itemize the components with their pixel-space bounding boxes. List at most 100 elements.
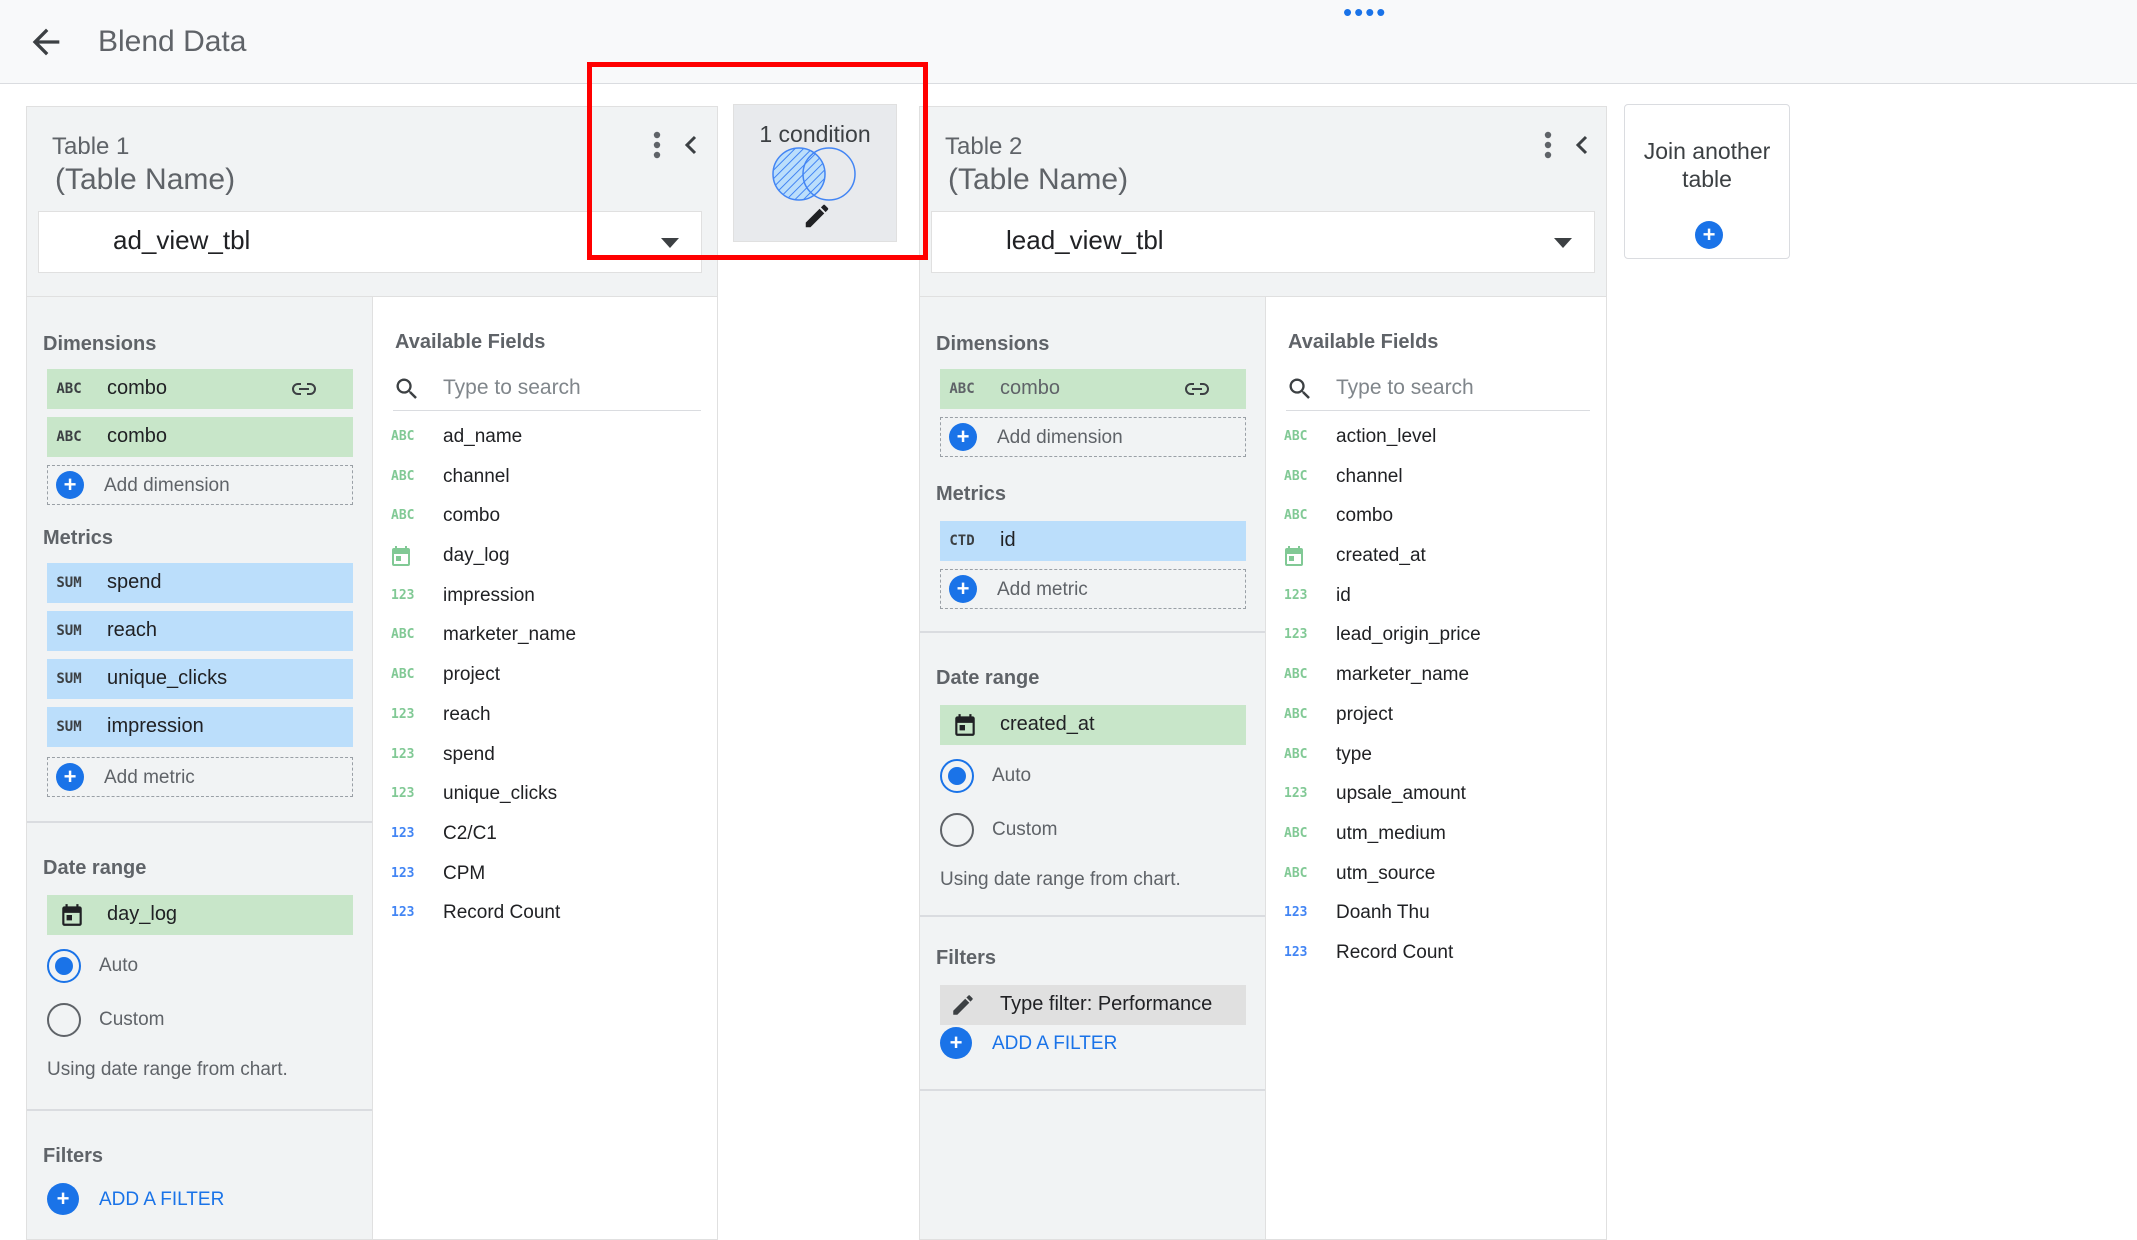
table1-source-select[interactable]: ad_view_tbl bbox=[38, 211, 702, 273]
date-auto-radio[interactable] bbox=[940, 759, 974, 793]
available-field-item[interactable]: 123 upsale_amount bbox=[1266, 776, 1606, 816]
field-name: Doanh Thu bbox=[1336, 902, 1430, 924]
dimension-name: combo bbox=[107, 425, 168, 447]
field-name: impression bbox=[443, 584, 535, 606]
available-field-item[interactable]: 123 spend bbox=[373, 737, 717, 777]
table2-label: Table 2 bbox=[945, 133, 1023, 160]
available-field-item[interactable]: ABC combo bbox=[1266, 498, 1606, 538]
available-field-item[interactable]: 123 unique_clicks bbox=[373, 776, 717, 816]
available-field-item[interactable]: 123 Record Count bbox=[373, 895, 717, 935]
join-another-table-button[interactable]: Join another table + bbox=[1624, 104, 1790, 259]
add-dimension-button[interactable]: + Add dimension bbox=[47, 465, 353, 505]
table1-dimension-chip[interactable]: ABC combo bbox=[47, 417, 353, 457]
available-field-item[interactable]: ABC channel bbox=[373, 459, 717, 499]
available-field-item[interactable]: ABC ad_name bbox=[373, 419, 717, 459]
date-custom-label: Custom bbox=[99, 1009, 165, 1030]
available-field-item[interactable]: 123 reach bbox=[373, 697, 717, 737]
table1-dimension-chip[interactable]: ABC combo bbox=[47, 369, 353, 409]
search-input[interactable] bbox=[1336, 373, 1556, 403]
table2-panel: Table 2 (Table Name) lead_view_tbl Dimen… bbox=[919, 106, 1607, 1240]
available-field-item[interactable]: 123 impression bbox=[373, 578, 717, 618]
table1-config: Dimensions ABC combo ABC combo + Add dim… bbox=[27, 297, 373, 1239]
field-name: marketer_name bbox=[1336, 664, 1470, 686]
field-type-tag: 123 bbox=[1284, 627, 1308, 643]
available-field-item[interactable]: 123 CPM bbox=[373, 856, 717, 896]
table2-metric-chip[interactable]: CTD id bbox=[940, 521, 1246, 561]
available-field-item[interactable]: 123 C2/C1 bbox=[373, 816, 717, 856]
date-field-name: created_at bbox=[1000, 713, 1095, 735]
add-dimension-button[interactable]: + Add dimension bbox=[940, 417, 1246, 457]
field-type-tag: 123 bbox=[391, 587, 415, 603]
drag-handle[interactable]: •••• bbox=[1343, 0, 1387, 25]
field-name: marketer_name bbox=[443, 624, 577, 646]
field-type-tag: ABC bbox=[1284, 865, 1308, 881]
table2-source-select[interactable]: lead_view_tbl bbox=[931, 211, 1595, 273]
field-type-tag: 123 bbox=[1284, 905, 1308, 921]
pencil-icon bbox=[950, 992, 976, 1018]
add-circle-icon: + bbox=[940, 1027, 972, 1059]
table2-name[interactable]: (Table Name) bbox=[948, 163, 1128, 197]
available-field-item[interactable]: 123 Record Count bbox=[1266, 935, 1606, 975]
table2-more-button[interactable] bbox=[1534, 125, 1562, 165]
date-custom-label: Custom bbox=[992, 819, 1058, 840]
available-field-item[interactable]: ABC combo bbox=[373, 498, 717, 538]
table1-date-field-chip[interactable]: day_log bbox=[47, 895, 353, 935]
table2-field-search bbox=[1286, 367, 1590, 411]
table2-source-value: lead_view_tbl bbox=[1006, 225, 1164, 255]
available-field-item[interactable]: ABC project bbox=[373, 657, 717, 697]
add-metric-button[interactable]: + Add metric bbox=[940, 569, 1246, 609]
available-field-item[interactable]: ABC utm_medium bbox=[1266, 816, 1606, 856]
table1-collapse-button[interactable] bbox=[677, 125, 705, 165]
table1-metric-chip[interactable]: SUM impression bbox=[47, 707, 353, 747]
date-custom-radio[interactable] bbox=[940, 813, 974, 847]
available-field-item[interactable]: ABC channel bbox=[1266, 459, 1606, 499]
date-range-note: Using date range from chart. bbox=[47, 1059, 288, 1080]
more-vert-icon bbox=[653, 131, 661, 159]
metric-name: id bbox=[1000, 529, 1016, 551]
metric-name: reach bbox=[107, 619, 158, 641]
table2-dimension-chip[interactable]: ABC combo bbox=[940, 369, 1246, 409]
field-type-tag: 123 bbox=[391, 706, 415, 722]
join-condition-button[interactable]: 1 condition bbox=[733, 104, 897, 242]
page-title: Blend Data bbox=[98, 25, 247, 58]
available-field-item[interactable]: ABC type bbox=[1266, 737, 1606, 777]
table2-filter-chip[interactable]: Type filter: Performance bbox=[940, 985, 1246, 1025]
available-field-item[interactable]: 123 Doanh Thu bbox=[1266, 895, 1606, 935]
field-type-tag: ABC bbox=[391, 429, 415, 444]
available-field-item[interactable]: 123 id bbox=[1266, 578, 1606, 618]
available-field-item[interactable]: 123 lead_origin_price bbox=[1266, 617, 1606, 657]
add-metric-button[interactable]: + Add metric bbox=[47, 757, 353, 797]
pencil-icon bbox=[805, 204, 829, 228]
available-field-item[interactable]: ABC project bbox=[1266, 697, 1606, 737]
table2-date-field-chip[interactable]: created_at bbox=[940, 705, 1246, 745]
date-custom-radio[interactable] bbox=[47, 1003, 81, 1037]
available-field-item[interactable]: ABC utm_source bbox=[1266, 856, 1606, 896]
back-button[interactable] bbox=[26, 22, 66, 62]
add-metric-label: Add metric bbox=[104, 767, 195, 788]
field-type-tag: 123 bbox=[1284, 786, 1308, 802]
divider bbox=[27, 1109, 372, 1111]
table1-name[interactable]: (Table Name) bbox=[55, 163, 235, 197]
available-field-item[interactable]: ABC action_level bbox=[1266, 419, 1606, 459]
join-another-label: Join another table bbox=[1643, 138, 1771, 192]
search-input[interactable] bbox=[443, 373, 663, 403]
field-type-tag: 123 bbox=[391, 786, 415, 802]
available-field-item[interactable]: ABC marketer_name bbox=[373, 617, 717, 657]
available-field-item[interactable]: day_log bbox=[373, 538, 717, 578]
field-name: channel bbox=[443, 465, 510, 487]
table1-metric-chip[interactable]: SUM reach bbox=[47, 611, 353, 651]
date-auto-radio[interactable] bbox=[47, 949, 81, 983]
type-tag: ABC bbox=[56, 381, 82, 397]
table1-field-list: ABC ad_name ABC channel ABC combo day_log 123 im… bbox=[373, 419, 717, 935]
field-type-tag: ABC bbox=[1284, 667, 1308, 683]
type-tag: ABC bbox=[56, 429, 82, 445]
calendar-icon bbox=[1282, 544, 1306, 568]
dimension-name: combo bbox=[1000, 377, 1061, 399]
table1-metric-chip[interactable]: SUM spend bbox=[47, 563, 353, 603]
table1-more-button[interactable] bbox=[643, 125, 671, 165]
available-field-item[interactable]: created_at bbox=[1266, 538, 1606, 578]
table1-metric-chip[interactable]: SUM unique_clicks bbox=[47, 659, 353, 699]
table2-collapse-button[interactable] bbox=[1568, 125, 1596, 165]
add-filter-label: ADD A FILTER bbox=[992, 1033, 1118, 1054]
available-field-item[interactable]: ABC marketer_name bbox=[1266, 657, 1606, 697]
